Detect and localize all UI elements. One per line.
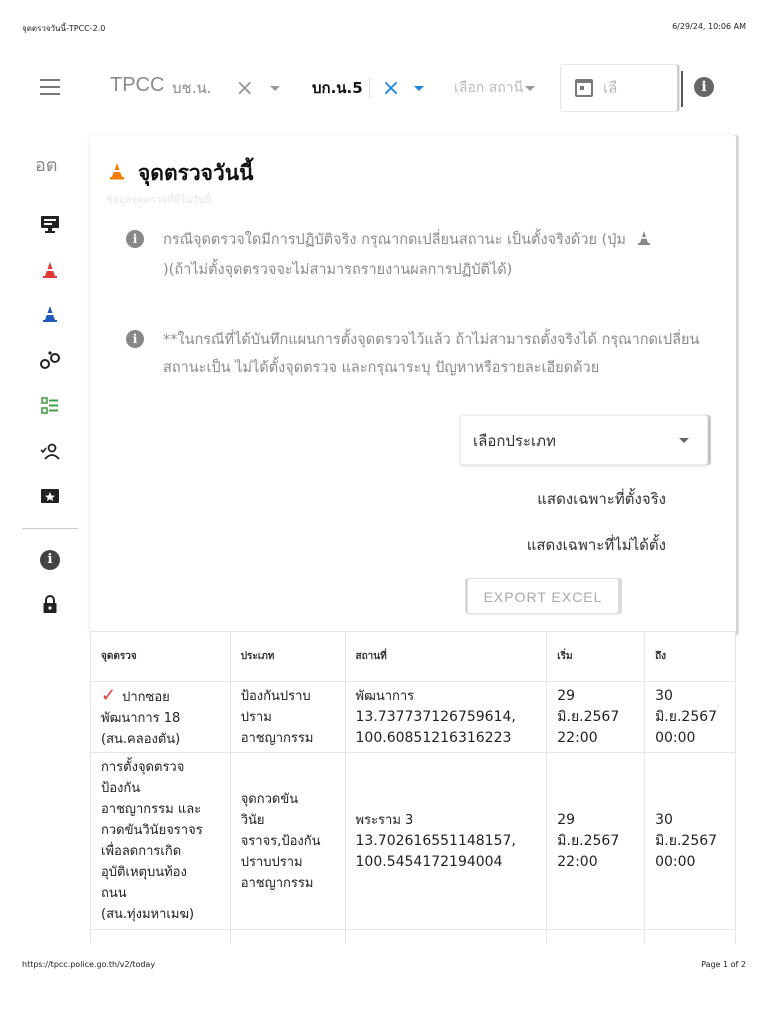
place-name: พัฒนาการ — [355, 688, 415, 704]
info-icon[interactable]: i — [694, 77, 714, 97]
print-title: จุดตรวจวันนี้-TPCC-2.0 — [22, 24, 106, 33]
division-select[interactable]: บช.น. × — [172, 76, 280, 101]
station-select[interactable]: เลือก สถานี — [454, 76, 536, 100]
end-cell: 30 มิ.ย.2567 00:00 — [644, 752, 736, 930]
command-select[interactable]: บก.น.5 × — [312, 76, 425, 101]
rail-divider — [22, 528, 78, 529]
cone-orange-icon — [108, 161, 126, 186]
col-end[interactable]: ถึง — [644, 631, 736, 682]
station-select-placeholder: เลือก สถานี — [454, 80, 524, 96]
note2-text: **ในกรณีที่ได้บันทึกแผนการตั้งจุดตรวจไว้… — [163, 332, 700, 376]
print-page: Page 1 of 2 — [701, 960, 746, 969]
bicycle-icon[interactable] — [40, 350, 60, 370]
col-place[interactable]: สถานที่ — [344, 631, 548, 682]
checkpoint-cell — [90, 929, 231, 944]
info-icon[interactable]: i — [40, 550, 60, 570]
col-checkpoint[interactable]: จุดตรวจ — [90, 631, 231, 682]
type-cell — [229, 929, 346, 944]
monitor-icon[interactable] — [40, 214, 60, 234]
col-start[interactable]: เริ่ม — [546, 631, 646, 682]
print-footer: https://tpcc.police.go.th/v2/today Page … — [22, 960, 746, 972]
command-select-value: บก.น.5 — [312, 79, 363, 97]
filter-unset-only-button[interactable]: แสดงเฉพาะที่ไม่ได้ตั้ง — [527, 533, 666, 557]
checkpoint-line1: การตั้งจุดตรวจ — [101, 760, 185, 775]
export-excel-button[interactable]: EXPORT EXCEL — [467, 578, 619, 614]
clear-command-icon[interactable]: × — [382, 76, 400, 101]
calendar-icon — [575, 79, 593, 97]
type-cell: ป้องกันปราบ ปราม อาชญากรรม — [229, 681, 346, 753]
date-placeholder: เลื — [603, 79, 618, 97]
place-cell — [344, 929, 548, 944]
select-divider — [368, 77, 370, 99]
menu-icon[interactable] — [40, 79, 60, 95]
top-app-bar: TPCC บช.น. × บก.น.5 × เลือก สถานี เลื i — [22, 62, 746, 116]
chevron-down-icon[interactable] — [525, 85, 536, 91]
date-picker[interactable]: เลื — [560, 64, 683, 112]
filter-set-only-button[interactable]: แสดงเฉพาะที่ตั้งจริง — [537, 487, 666, 511]
start-cell — [546, 929, 646, 944]
print-datetime: 6/29/24, 10:06 AM — [672, 22, 746, 31]
table-row[interactable]: การตั้งจุดตรวจ ป้องกัน อาชญากรรม และ กวด… — [90, 752, 736, 930]
place-coords: 13.702616551148157, 100.5454172194004 — [355, 832, 516, 870]
note1-text: กรณีจุดตรวจใดมีการปฏิบัติจริง กรุณากดเปล… — [163, 232, 626, 248]
note1-tail-text: )(ถ้าไม่ตั้งจุดตรวจจะไม่สามารถรายงานผลกา… — [163, 262, 513, 278]
checkpoint-line1: ปากซอย — [122, 689, 170, 705]
chevron-down-icon[interactable] — [269, 85, 280, 91]
page-subtitle: ข้อมูลจุดตรวจที่มีในวันนี้ — [106, 195, 212, 206]
place-name: พระราม 3 — [355, 812, 414, 828]
end-cell: 30 มิ.ย.2567 00:00 — [644, 681, 736, 753]
today-checkpoints-card: จุดตรวจวันนี้ ข้อมูลจุดตรวจที่มีในวันนี้… — [90, 135, 736, 635]
division-select-value: บช.น. — [172, 79, 212, 97]
type-select-value: เลือกประเภท — [473, 432, 556, 450]
checkpoint-rest: ป้องกัน อาชญากรรม และ กวดขันวินัยจราจร เ… — [101, 781, 203, 922]
checkpoint-cell: การตั้งจุดตรวจ ป้องกัน อาชญากรรม และ กวด… — [90, 752, 231, 930]
table-row[interactable]: ✓ ปากซอย พัฒนาการ 18 (สน.คลองตัน) ป้องกัน… — [90, 681, 736, 753]
start-cell: 29 มิ.ย.2567 22:00 — [546, 752, 646, 930]
check-icon[interactable]: ✓ — [101, 685, 116, 706]
people-icon[interactable] — [40, 442, 60, 462]
type-select[interactable]: เลือกประเภท — [460, 415, 708, 465]
date-picker-edge — [681, 71, 683, 107]
page-title: จุดตรวจวันนี้ — [108, 157, 253, 190]
note-not-set: i **ในกรณีที่ได้บันทึกแผนการตั้งจุดตรวจไ… — [126, 326, 716, 382]
place-cell: พระราม 3 13.702616551148157, 100.5454172… — [344, 752, 548, 930]
type-cell: จุดกวดขัน วินัย จราจร,ป้องกัน ปราบปราม อ… — [229, 752, 346, 930]
cone-red-icon[interactable] — [40, 260, 60, 280]
side-rail: อต i — [22, 140, 78, 620]
info-icon: i — [126, 230, 144, 248]
table-row[interactable] — [90, 929, 736, 944]
checklist-icon[interactable] — [40, 396, 60, 416]
info-icon: i — [126, 330, 144, 348]
col-type[interactable]: ประเภท — [229, 631, 346, 682]
chevron-down-icon[interactable] — [414, 85, 425, 91]
print-url: https://tpcc.police.go.th/v2/today — [22, 960, 156, 969]
end-cell — [644, 929, 736, 944]
app-name: TPCC — [110, 74, 165, 96]
lock-icon[interactable] — [40, 594, 60, 614]
table-header-row: จุดตรวจ ประเภท สถานที่ เริ่ม ถึง — [90, 631, 736, 682]
checkpoint-table: จุดตรวจ ประเภท สถานที่ เริ่ม ถึง ✓ ปากซอย… — [90, 631, 736, 944]
place-coords: 13.737737126759614, 100.60851216316223 — [355, 708, 516, 746]
clear-division-icon[interactable]: × — [236, 76, 254, 101]
chevron-down-icon[interactable] — [679, 438, 689, 443]
print-header: จุดตรวจวันนี้-TPCC-2.0 6/29/24, 10:06 AM — [22, 22, 746, 34]
checkpoint-cell: ✓ ปากซอย พัฒนาการ 18 (สน.คลองตัน) — [90, 681, 231, 753]
cone-grey-icon — [637, 228, 651, 256]
checkpoint-rest: พัฒนาการ 18 (สน.คลองตัน) — [101, 710, 181, 747]
place-cell: พัฒนาการ 13.737737126759614, 100.6085121… — [344, 681, 548, 753]
cone-blue-icon[interactable] — [40, 304, 60, 324]
page-title-text: จุดตรวจวันนี้ — [138, 161, 254, 185]
star-ticket-icon[interactable] — [40, 486, 60, 506]
note-set-status: i กรณีจุดตรวจใดมีการปฏิบัติจริง กรุณากดเ… — [126, 226, 716, 284]
rail-abbr: อต — [35, 155, 58, 176]
start-cell: 29 มิ.ย.2567 22:00 — [546, 681, 646, 753]
